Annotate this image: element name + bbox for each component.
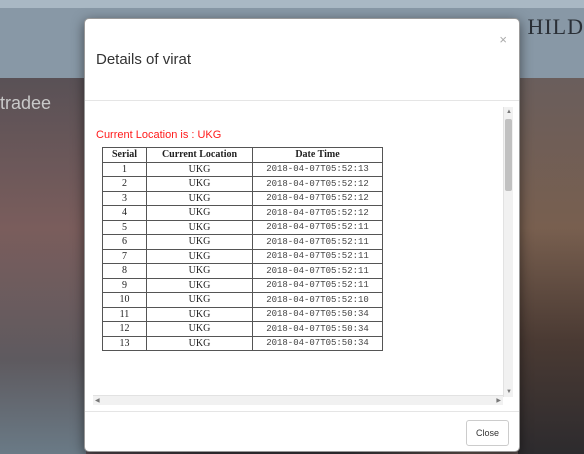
background-brand-text: HILD xyxy=(527,14,584,39)
table-row: 1 UKG 2018-04-07T05:52:13 xyxy=(102,161,383,177)
vertical-scroll-thumb[interactable] xyxy=(505,119,512,191)
current-location-text: Current Location is : UKG xyxy=(96,129,222,141)
modal-body: Current Location is : UKG Serial Current… xyxy=(85,101,519,411)
table-row: 2 UKG 2018-04-07T05:52:12 xyxy=(102,176,383,192)
cell-serial: 7 xyxy=(102,248,147,264)
close-button[interactable]: Close xyxy=(465,420,509,446)
table-body: 1 UKG 2018-04-07T05:52:13 2 UKG 2018-04-07T05… xyxy=(102,161,383,351)
table-row: 6 UKG 2018-04-07T05:52:11 xyxy=(102,234,383,250)
background-right-image xyxy=(518,78,584,454)
cell-current-location: UKG xyxy=(146,277,253,293)
cell-serial: 6 xyxy=(102,234,147,250)
table-row: 10 UKG 2018-04-07T05:52:10 xyxy=(102,292,383,308)
cell-current-location: UKG xyxy=(146,176,253,192)
background-left-image xyxy=(0,78,86,454)
cell-current-location: UKG xyxy=(146,321,253,337)
arrow-down-icon[interactable]: ▼ xyxy=(506,389,512,395)
arrow-right-icon[interactable]: ▶ xyxy=(496,397,501,404)
cell-current-location: UKG xyxy=(146,335,253,351)
cell-serial: 8 xyxy=(102,263,147,279)
background-header-strip xyxy=(0,0,584,8)
modal-header: Details of virat × xyxy=(85,19,519,101)
location-history-table: Serial Current Location Date Time 1 UKG 20… xyxy=(102,147,383,351)
cell-serial: 10 xyxy=(102,292,147,308)
cell-current-location: UKG xyxy=(146,161,253,177)
cell-current-location: UKG xyxy=(146,219,253,235)
close-icon[interactable]: × xyxy=(499,33,507,46)
cell-current-location: UKG xyxy=(146,263,253,279)
cell-serial: 3 xyxy=(102,190,147,206)
table-row: 12 UKG 2018-04-07T05:50:34 xyxy=(102,321,383,337)
table-row: 7 UKG 2018-04-07T05:52:11 xyxy=(102,248,383,264)
cell-date-time: 2018-04-07T05:52:11 xyxy=(252,248,383,264)
background-side-text: tradee xyxy=(0,93,52,113)
cell-serial: 4 xyxy=(102,205,147,221)
horizontal-scrollbar[interactable]: ◀ ▶ xyxy=(93,395,503,405)
cell-current-location: UKG xyxy=(146,190,253,206)
cell-date-time: 2018-04-07T05:52:11 xyxy=(252,234,383,250)
cell-serial: 12 xyxy=(102,321,147,337)
cell-date-time: 2018-04-07T05:52:10 xyxy=(252,292,383,308)
scroll-container[interactable]: Current Location is : UKG Serial Current… xyxy=(93,107,513,405)
cell-date-time: 2018-04-07T05:52:12 xyxy=(252,205,383,221)
cell-serial: 13 xyxy=(102,335,147,351)
modal-footer: Close xyxy=(85,411,519,451)
cell-serial: 9 xyxy=(102,277,147,293)
table-row: 3 UKG 2018-04-07T05:52:12 xyxy=(102,190,383,206)
table-row: 4 UKG 2018-04-07T05:52:12 xyxy=(102,205,383,221)
table-row: 11 UKG 2018-04-07T05:50:34 xyxy=(102,306,383,322)
table-row: 9 UKG 2018-04-07T05:52:11 xyxy=(102,277,383,293)
cell-current-location: UKG xyxy=(146,234,253,250)
arrow-up-icon[interactable]: ▲ xyxy=(506,109,512,115)
cell-date-time: 2018-04-07T05:52:11 xyxy=(252,219,383,235)
cell-date-time: 2018-04-07T05:52:11 xyxy=(252,263,383,279)
cell-date-time: 2018-04-07T05:52:12 xyxy=(252,190,383,206)
cell-serial: 2 xyxy=(102,176,147,192)
cell-current-location: UKG xyxy=(146,292,253,308)
cell-date-time: 2018-04-07T05:52:13 xyxy=(252,161,383,177)
column-header-date-time: Date Time xyxy=(252,147,383,163)
cell-date-time: 2018-04-07T05:50:34 xyxy=(252,321,383,337)
cell-date-time: 2018-04-07T05:52:12 xyxy=(252,176,383,192)
table-row: 8 UKG 2018-04-07T05:52:11 xyxy=(102,263,383,279)
cell-current-location: UKG xyxy=(146,306,253,322)
column-header-serial: Serial xyxy=(102,147,147,163)
cell-current-location: UKG xyxy=(146,205,253,221)
arrow-left-icon[interactable]: ◀ xyxy=(95,397,100,404)
table-row: 13 UKG 2018-04-07T05:50:34 xyxy=(102,335,383,351)
cell-serial: 5 xyxy=(102,219,147,235)
vertical-scrollbar[interactable]: ▲ ▼ xyxy=(503,107,513,397)
cell-current-location: UKG xyxy=(146,248,253,264)
cell-date-time: 2018-04-07T05:50:34 xyxy=(252,306,383,322)
column-header-current-location: Current Location xyxy=(146,147,253,163)
cell-date-time: 2018-04-07T05:50:34 xyxy=(252,335,383,351)
modal-title: Details of virat xyxy=(96,51,192,68)
table-header-row: Serial Current Location Date Time xyxy=(102,147,383,163)
table-row: 5 UKG 2018-04-07T05:52:11 xyxy=(102,219,383,235)
cell-serial: 1 xyxy=(102,161,147,177)
cell-date-time: 2018-04-07T05:52:11 xyxy=(252,277,383,293)
details-modal: Details of virat × Current Location is :… xyxy=(84,18,520,452)
cell-serial: 11 xyxy=(102,306,147,322)
